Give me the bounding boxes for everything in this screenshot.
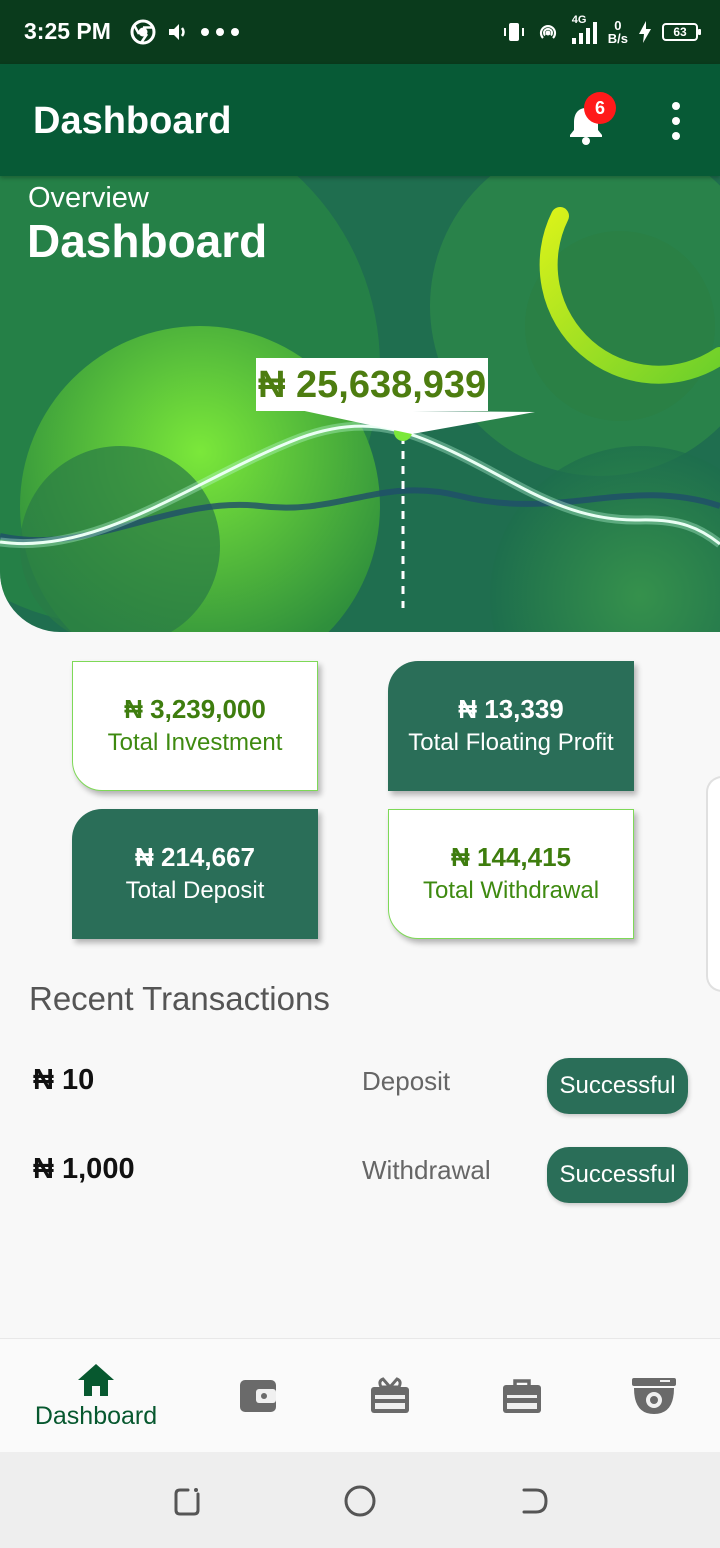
volume-icon — [169, 24, 185, 40]
nav-item-wallet[interactable] — [208, 1339, 308, 1453]
status-right-icons: 4G 0 B/s 63 — [502, 14, 701, 50]
hero-total-balance: ₦ 25,638,939 — [256, 358, 489, 411]
recent-apps-icon[interactable] — [170, 1484, 204, 1518]
signal-4g-icon: 4G — [570, 14, 598, 46]
transaction-row[interactable]: ₦ 10 Deposit Successful — [0, 1058, 720, 1118]
net-speed-unit: B/s — [607, 31, 628, 46]
charging-icon — [639, 21, 651, 43]
home-button-icon[interactable] — [343, 1484, 377, 1518]
status-bar: 3:25 PM 4G 0 B/s 63 — [0, 0, 720, 64]
hotspot-icon — [539, 25, 556, 39]
nav-label-dashboard: Dashboard — [34, 1401, 158, 1430]
status-time: 3:25 PM — [24, 18, 111, 44]
more-dots-icon — [201, 28, 239, 36]
nav-item-dashboard[interactable]: Dashboard — [20, 1339, 172, 1453]
app-bar-title: Dashboard — [33, 100, 232, 142]
card-amount: ₦ 13,339 — [458, 694, 564, 724]
wallet-icon — [240, 1380, 276, 1412]
card-label: Total Deposit — [125, 877, 265, 904]
card-label: Total Floating Profit — [408, 729, 614, 756]
gift-icon — [371, 1377, 409, 1413]
hero-banner: Overview Dashboard ₦ 25,638,939 — [0, 176, 720, 632]
nav-item-gifts[interactable] — [340, 1339, 440, 1453]
overflow-menu-icon[interactable] — [662, 102, 690, 140]
side-drawer-handle[interactable] — [706, 776, 720, 992]
briefcase-icon — [503, 1379, 541, 1413]
transaction-status-badge: Successful — [547, 1147, 688, 1203]
battery-icon: 63 — [662, 23, 701, 41]
app-bar: Dashboard 6 — [0, 64, 720, 176]
transaction-amount: ₦ 1,000 — [33, 1153, 135, 1185]
card-amount: ₦ 144,415 — [451, 842, 571, 872]
transaction-type: Deposit — [362, 1066, 451, 1096]
net-speed: 0 B/s — [608, 19, 628, 45]
card-label: Total Withdrawal — [422, 877, 600, 904]
transaction-type: Withdrawal — [362, 1155, 491, 1185]
total-withdrawal-card[interactable]: ₦ 144,415 Total Withdrawal — [388, 809, 634, 939]
transaction-row[interactable]: ₦ 1,000 Withdrawal Successful — [0, 1147, 720, 1207]
notification-badge: 6 — [584, 92, 616, 124]
nav-item-portfolio[interactable] — [472, 1339, 572, 1453]
bottom-navigation: Dashboard — [0, 1338, 720, 1452]
camera-icon — [632, 1378, 676, 1414]
card-label: Total Investment — [107, 729, 283, 756]
total-investment-card[interactable]: ₦ 3,239,000 Total Investment — [72, 661, 318, 791]
card-amount: ₦ 3,239,000 — [124, 694, 266, 724]
total-floating-profit-card[interactable]: ₦ 13,339 Total Floating Profit — [388, 661, 634, 791]
hero-overline: Overview — [28, 182, 149, 214]
recent-transactions-title: Recent Transactions — [29, 980, 330, 1017]
transaction-amount: ₦ 10 — [33, 1064, 95, 1096]
hero-headline: Dashboard — [27, 215, 268, 267]
chrome-icon — [130, 19, 156, 45]
status-left-icons — [130, 18, 240, 46]
transaction-status-badge: Successful — [547, 1058, 688, 1114]
back-button-icon[interactable] — [516, 1484, 550, 1518]
vibrate-icon — [503, 23, 524, 41]
nav-item-camera[interactable] — [604, 1339, 704, 1453]
system-navigation-bar — [0, 1452, 720, 1548]
card-amount: ₦ 214,667 — [135, 842, 255, 872]
home-icon — [78, 1363, 114, 1396]
total-deposit-card[interactable]: ₦ 214,667 Total Deposit — [72, 809, 318, 939]
